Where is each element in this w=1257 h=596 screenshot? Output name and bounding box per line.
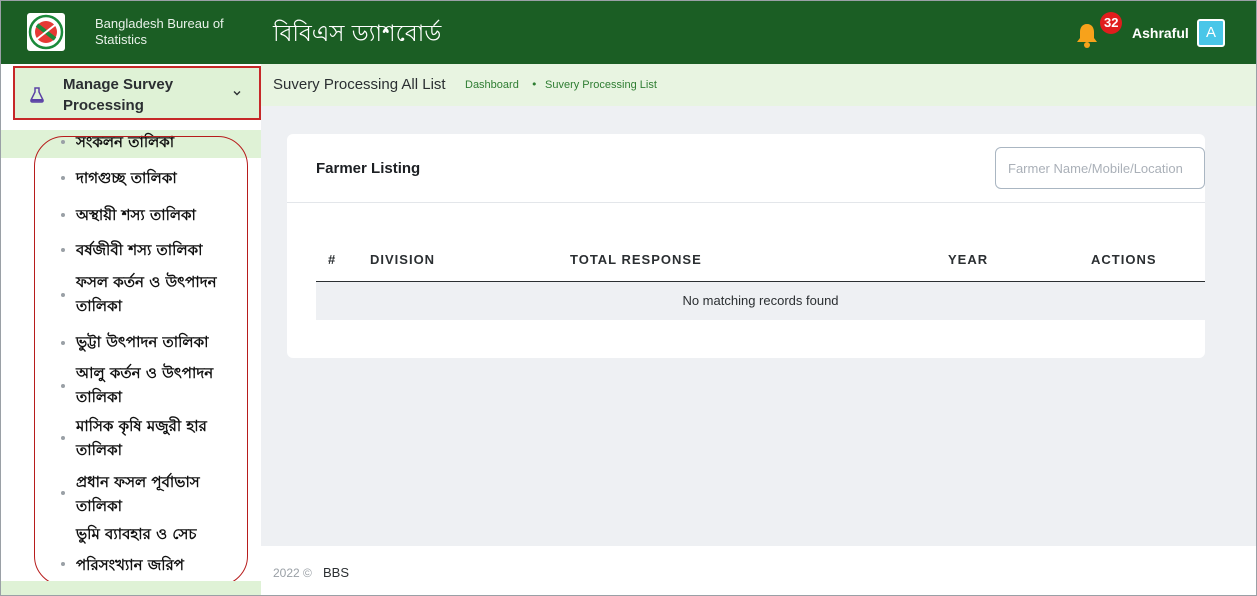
submenu-item-perennial-crop[interactable]: বর্ষজীবী শস্য তালিকা xyxy=(76,238,246,262)
bbs-logo xyxy=(27,13,65,51)
farmer-listing-card: Farmer Listing # DIVISION TOTAL RESPONSE… xyxy=(287,134,1205,358)
footer: 2022 © BBS xyxy=(261,546,1256,595)
submenu-item-agri-wage[interactable]: মাসিক কৃষি মজুরী হার তালিকা xyxy=(76,414,246,462)
search-input[interactable] xyxy=(995,147,1205,189)
footer-org: BBS xyxy=(323,565,350,580)
menu-section-label: Manage Survey Processing xyxy=(63,76,174,114)
flask-icon xyxy=(30,87,44,103)
footer-year: 2022 © xyxy=(273,566,312,580)
sidebar-footer-strip xyxy=(1,581,261,595)
submenu-item-potato-cutting[interactable]: আলু কর্তন ও উৎপাদন তালিকা xyxy=(76,361,246,409)
column-header-actions[interactable]: ACTIONS xyxy=(1091,252,1157,267)
sidebar: Manage Survey Processing সংকলন তালিকা দা… xyxy=(1,64,261,595)
column-header-index[interactable]: # xyxy=(328,252,336,267)
submenu-item-crop-forecast[interactable]: প্রধান ফসল পূর্বাভাস তালিকা xyxy=(76,470,246,518)
submenu-item-compilation[interactable]: সংকলন তালিকা xyxy=(76,130,246,154)
submenu-item-land-use[interactable]: ভুমি ব্যাবহার ও সেচ xyxy=(76,522,246,546)
app-title: বিবিএস ড্যাশবোর্ড xyxy=(273,21,442,47)
divider xyxy=(287,202,1205,203)
column-header-total-response[interactable]: TOTAL RESPONSE xyxy=(570,252,702,267)
bullet xyxy=(61,436,65,440)
notification-badge[interactable]: 32 xyxy=(1100,12,1123,34)
breadcrumb-dashboard[interactable]: Dashboard xyxy=(465,79,519,91)
bullet xyxy=(61,248,65,252)
bullet xyxy=(61,176,65,180)
column-header-year[interactable]: YEAR xyxy=(948,252,988,267)
chevron-down-icon[interactable] xyxy=(231,87,243,99)
bullet xyxy=(61,562,65,566)
card-title: Farmer Listing xyxy=(316,160,421,177)
bullet xyxy=(61,341,65,345)
brand[interactable]: Bangladesh Bureau of Statistics xyxy=(1,1,259,64)
empty-table-message: No matching records found xyxy=(316,282,1205,320)
breadcrumb-current: Suvery Processing List xyxy=(545,79,657,91)
bullet xyxy=(61,491,65,495)
bullet xyxy=(61,213,65,217)
page-title: Suvery Processing All List xyxy=(273,76,446,93)
submenu-item-crop-cutting[interactable]: ফসল কর্তন ও উৎপাদন তালিকা xyxy=(76,270,246,318)
avatar[interactable]: A xyxy=(1197,19,1225,47)
username[interactable]: Ashraful xyxy=(1132,25,1189,41)
menu-manage-survey-processing[interactable]: Manage Survey Processing xyxy=(13,66,261,120)
submenu-item-plot-cluster[interactable]: দাগগুচ্ছ তালিকা xyxy=(76,166,246,190)
bullet xyxy=(61,140,65,144)
page-subheader: Suvery Processing All List Dashboard • S… xyxy=(261,64,1256,106)
submenu-item-maize-production[interactable]: ভুট্টা উৎপাদন তালিকা xyxy=(76,330,246,354)
submenu-item-temporary-crop[interactable]: অস্থায়ী শস্য তালিকা xyxy=(76,203,246,227)
breadcrumb-separator: • xyxy=(531,78,538,91)
top-navbar: Bangladesh Bureau of Statistics বিবিএস ড… xyxy=(1,1,1256,64)
bell-icon[interactable] xyxy=(1073,21,1101,49)
column-header-division[interactable]: DIVISION xyxy=(370,252,435,267)
bullet xyxy=(61,293,65,297)
bullet xyxy=(61,384,65,388)
app-window: Bangladesh Bureau of Statistics বিবিএস ড… xyxy=(0,0,1257,596)
submenu-item-statistics-survey[interactable]: পরিসংখ্যান জরিপ xyxy=(76,553,246,577)
org-name: Bangladesh Bureau of Statistics xyxy=(95,16,224,47)
